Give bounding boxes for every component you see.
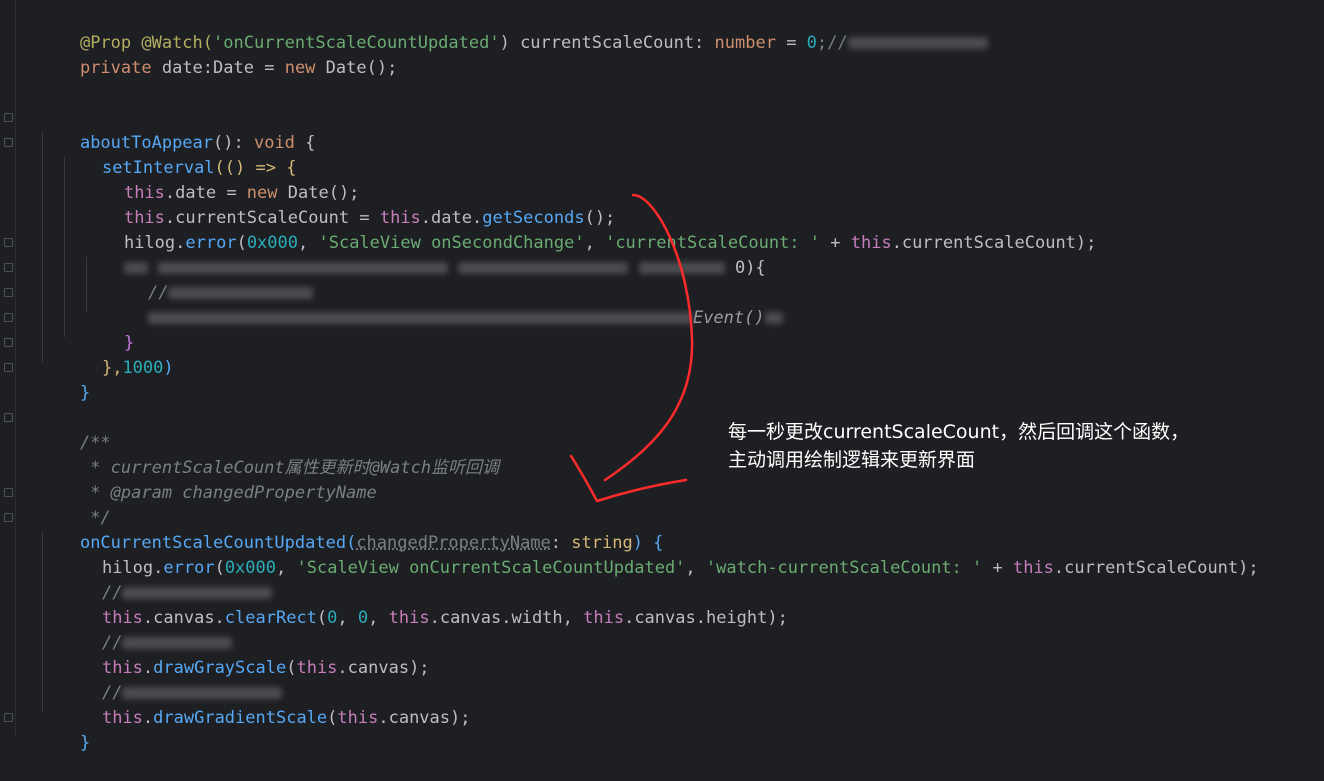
annotation-arrow [569,193,694,503]
arrow-curve [603,193,694,482]
annotation-line-1: 每一秒更改currentScaleCount，然后回调这个函数， [728,421,1190,443]
annotation-note: 每一秒更改currentScaleCount，然后回调这个函数， 主动调用绘制逻… [728,418,1189,474]
annotation-line-2: 主动调用绘制逻辑来更新界面 [728,449,976,471]
